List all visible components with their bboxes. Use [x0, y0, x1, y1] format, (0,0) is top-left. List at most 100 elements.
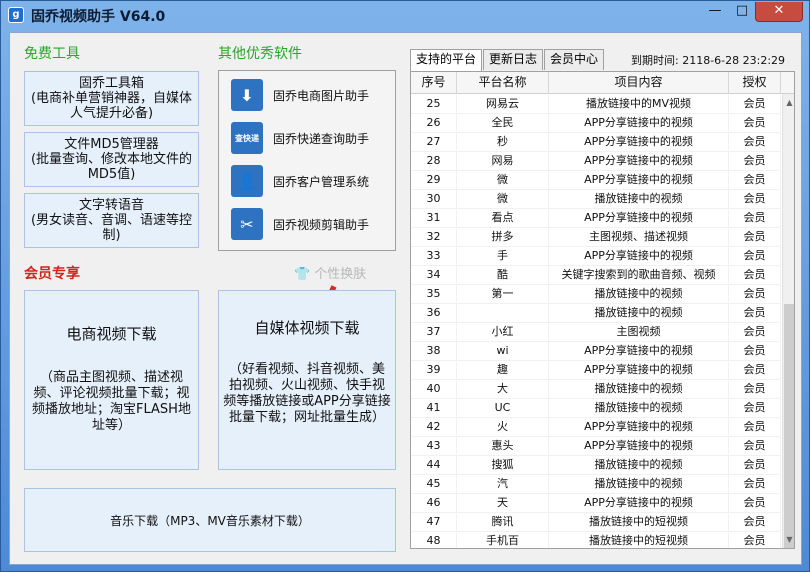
- table-row[interactable]: 26 全民 APP分享链接中的视频 会员: [411, 114, 781, 133]
- ecom-video-download-button[interactable]: 电商视频下载 （商品主图视频、描述视频、评论视频批量下载；视频播放地址；淘宝FL…: [24, 290, 199, 470]
- table-row[interactable]: 27 秒 APP分享链接中的视频 会员: [411, 133, 781, 152]
- table-cell: 会员: [729, 171, 781, 189]
- table-cell: 46: [411, 494, 457, 512]
- table-cell: 会员: [729, 475, 781, 493]
- table-cell: 会员: [729, 494, 781, 512]
- music-download-button[interactable]: 音乐下载（MP3、MV音乐素材下载）: [24, 488, 396, 552]
- tab-platforms[interactable]: 支持的平台: [410, 49, 483, 71]
- software-label: 固乔客户管理系统: [273, 174, 370, 189]
- table-cell: 火: [457, 418, 549, 436]
- md5-manager-button[interactable]: 文件MD5管理器 (批量查询、修改本地文件的MD5值): [24, 132, 199, 187]
- table-row[interactable]: 39 趣 APP分享链接中的视频 会员: [411, 361, 781, 380]
- table-row[interactable]: 47 腾讯 播放链接中的短视频 会员: [411, 513, 781, 532]
- media-video-desc: （好看视频、抖音视频、美拍视频、火山视频、快手视频等播放链接或APP分享链接批量…: [223, 362, 391, 425]
- table-row[interactable]: 37 小红 主图视频 会员: [411, 323, 781, 342]
- app-icon: g: [8, 7, 24, 23]
- table-cell: APP分享链接中的视频: [549, 171, 729, 189]
- table-cell: 32: [411, 228, 457, 246]
- close-button[interactable]: ✕: [755, 2, 803, 22]
- table-row[interactable]: 34 酷关键字搜索到的歌曲音频、视频 会员: [411, 266, 781, 285]
- table-cell: APP分享链接中的视频: [549, 114, 729, 132]
- table-cell: 会员: [729, 456, 781, 474]
- table-cell: 搜狐: [457, 456, 549, 474]
- table-cell: 会员: [729, 209, 781, 227]
- table-cell: wi: [457, 342, 549, 360]
- table-row[interactable]: 45 汽播放链接中的视频 会员: [411, 475, 781, 494]
- table-row[interactable]: 28 网易 APP分享链接中的视频 会员: [411, 152, 781, 171]
- table-cell: 惠头: [457, 437, 549, 455]
- title-bar[interactable]: g 固乔视频助手 V64.0 — □ ✕: [1, 1, 809, 31]
- media-video-download-button[interactable]: 自媒体视频下载 （好看视频、抖音视频、美拍视频、火山视频、快手视频等播放链接或A…: [218, 290, 396, 470]
- table-row[interactable]: 31 看点 APP分享链接中的视频 会员: [411, 209, 781, 228]
- col-auth[interactable]: 授权: [729, 72, 781, 93]
- toolbox-button[interactable]: 固乔工具箱 (电商补单营销神器，自媒体人气提升必备): [24, 71, 199, 126]
- table-cell: 拼多: [457, 228, 549, 246]
- table-cell: 大: [457, 380, 549, 398]
- minimize-button[interactable]: —: [701, 2, 729, 22]
- text-to-speech-button[interactable]: 文字转语音 (男女读音、音调、语速等控制): [24, 193, 199, 248]
- table-cell: 会员: [729, 285, 781, 303]
- table-row[interactable]: 32 拼多 主图视频、描述视频 会员: [411, 228, 781, 247]
- table-row[interactable]: 48 手机百 播放链接中的短视频 会员: [411, 532, 781, 548]
- software-image-helper[interactable]: ⬇ 固乔电商图片助手: [231, 79, 369, 111]
- table-cell: 手: [457, 247, 549, 265]
- table-cell: 会员: [729, 399, 781, 417]
- tab-member-center[interactable]: 会员中心: [544, 49, 605, 70]
- col-content[interactable]: 项目内容: [549, 72, 729, 93]
- table-cell: 关键字搜索到的歌曲音频、视频: [549, 266, 729, 284]
- table-cell: 会员: [729, 380, 781, 398]
- table-cell: 35: [411, 285, 457, 303]
- toolbox-title: 固乔工具箱: [78, 76, 144, 91]
- table-row[interactable]: 43 惠头 APP分享链接中的视频 会员: [411, 437, 781, 456]
- table-cell: 趣: [457, 361, 549, 379]
- expiry-time: 到期时间: 2118-6-28 23:2:29: [631, 54, 786, 67]
- table-cell: 会员: [729, 133, 781, 151]
- software-express-query[interactable]: 查快递 固乔快递查询助手: [231, 122, 369, 154]
- scroll-thumb[interactable]: [784, 304, 794, 548]
- table-cell: 微: [457, 171, 549, 189]
- table-row[interactable]: 29 微 APP分享链接中的视频 会员: [411, 171, 781, 190]
- table-row[interactable]: 35 第一 播放链接中的视频 会员: [411, 285, 781, 304]
- ecom-video-desc: （商品主图视频、描述视频、评论视频批量下载；视频播放地址；淘宝FLASH地址等）: [32, 370, 191, 433]
- skin-label: 个性换肤: [314, 267, 367, 282]
- tts-desc: (男女读音、音调、语速等控制): [30, 213, 193, 243]
- other-software-panel: ⬇ 固乔电商图片助手 查快递 固乔快递查询助手 👤 固乔客户管理系统 ✂ 固乔视…: [218, 70, 396, 251]
- vertical-scrollbar[interactable]: ▲ ▼: [782, 94, 794, 548]
- table-row[interactable]: 36 播放链接中的视频 会员: [411, 304, 781, 323]
- table-row[interactable]: 44 搜狐 播放链接中的视频 会员: [411, 456, 781, 475]
- table-row[interactable]: 42 火 APP分享链接中的视频 会员: [411, 418, 781, 437]
- table-cell: 播放链接中的视频: [549, 399, 729, 417]
- scroll-up-icon[interactable]: ▲: [784, 96, 794, 110]
- platform-table: 序号 平台名称 项目内容 授权 25 网易云 播放链接中的MV视频 会员 26 全民 APP…: [410, 71, 795, 549]
- software-customer-manager[interactable]: 👤 固乔客户管理系统: [231, 165, 369, 197]
- table-row[interactable]: 33 手 APP分享链接中的视频 会员: [411, 247, 781, 266]
- scroll-down-icon[interactable]: ▼: [784, 533, 794, 547]
- table-cell: 会员: [729, 190, 781, 208]
- maximize-button[interactable]: □: [729, 2, 755, 22]
- table-cell: 播放链接中的视频: [549, 380, 729, 398]
- table-cell: 汽: [457, 475, 549, 493]
- table-cell: APP分享链接中的视频: [549, 418, 729, 436]
- table-cell: 会员: [729, 304, 781, 322]
- table-cell: APP分享链接中的视频: [549, 361, 729, 379]
- table-cell: 第一: [457, 285, 549, 303]
- table-cell: APP分享链接中的视频: [549, 152, 729, 170]
- table-row[interactable]: 30 微播放链接中的视频 会员: [411, 190, 781, 209]
- table-cell: 37: [411, 323, 457, 341]
- table-row[interactable]: 46 天 APP分享链接中的视频 会员: [411, 494, 781, 513]
- table-row[interactable]: 40 大播放链接中的视频 会员: [411, 380, 781, 399]
- table-row[interactable]: 25 网易云 播放链接中的MV视频 会员: [411, 95, 781, 114]
- table-row[interactable]: 38 wi APP分享链接中的视频 会员: [411, 342, 781, 361]
- table-cell: 播放链接中的短视频: [549, 513, 729, 531]
- table-cell: 42: [411, 418, 457, 436]
- table-header: 序号 平台名称 项目内容 授权: [411, 72, 794, 94]
- table-row[interactable]: 41 UC 播放链接中的视频 会员: [411, 399, 781, 418]
- col-number[interactable]: 序号: [411, 72, 457, 93]
- table-cell: 25: [411, 95, 457, 113]
- download-icon: ⬇: [231, 79, 263, 111]
- col-platform[interactable]: 平台名称: [457, 72, 549, 93]
- express-query-icon: 查快递: [231, 122, 263, 154]
- software-video-editor[interactable]: ✂ 固乔视频剪辑助手: [231, 208, 369, 240]
- tab-update-log[interactable]: 更新日志: [483, 49, 544, 70]
- table-cell: APP分享链接中的视频: [549, 437, 729, 455]
